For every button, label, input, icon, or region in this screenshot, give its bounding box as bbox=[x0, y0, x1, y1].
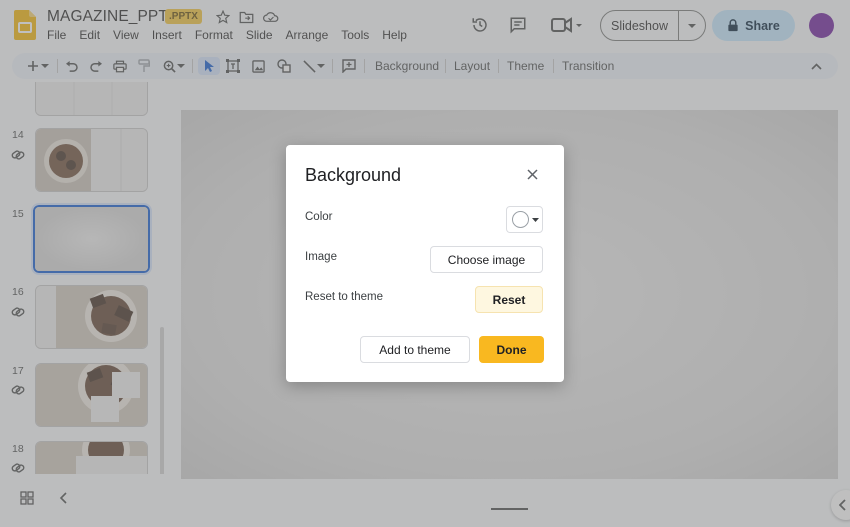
chevron-down-icon bbox=[532, 217, 539, 222]
reset-button[interactable]: Reset bbox=[475, 286, 543, 313]
color-swatch bbox=[512, 211, 529, 228]
background-dialog: Background Color Image Choose image Rese… bbox=[286, 145, 564, 382]
dialog-title: Background bbox=[305, 165, 402, 185]
add-to-theme-button[interactable]: Add to theme bbox=[360, 336, 470, 363]
reset-theme-label: Reset to theme bbox=[305, 291, 383, 303]
color-label: Color bbox=[305, 211, 333, 223]
done-button[interactable]: Done bbox=[479, 336, 544, 363]
image-label: Image bbox=[305, 251, 337, 263]
choose-image-button[interactable]: Choose image bbox=[430, 246, 543, 273]
color-picker-button[interactable] bbox=[506, 206, 543, 233]
close-icon[interactable] bbox=[524, 166, 540, 182]
